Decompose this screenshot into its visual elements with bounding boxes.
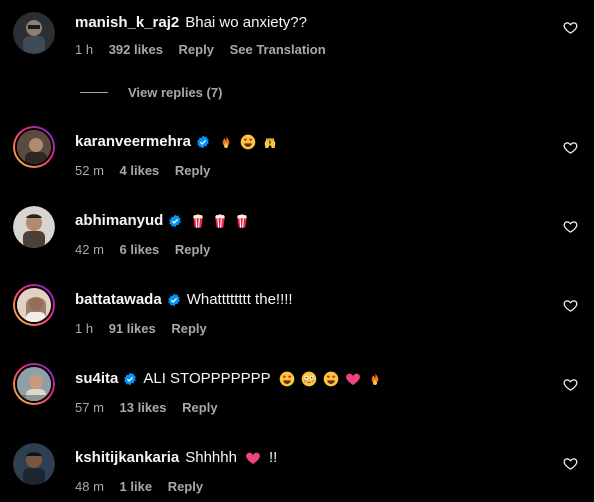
comment-body: Whatttttttt the!!!! (186, 291, 293, 308)
comment-text-line: manish_k_raj2 Bhai wo anxiety?? (75, 13, 307, 33)
likes-count[interactable]: 13 likes (120, 400, 167, 415)
divider (80, 91, 108, 93)
likes-count[interactable]: 4 likes (120, 163, 160, 178)
heart-eyes-emoji (240, 134, 256, 150)
timestamp: 42 m (75, 242, 104, 257)
verified-badge-icon (197, 135, 209, 149)
comment-item: karanveermehra 52 m 4 likes Reply (0, 126, 594, 186)
avatar[interactable] (13, 284, 55, 326)
heart-eyes-emoji (323, 371, 338, 387)
fire-emoji (371, 372, 378, 385)
comment-meta: 57 m 13 likes Reply (75, 400, 230, 416)
avatar-image (15, 365, 53, 403)
likes-count[interactable]: 392 likes (109, 42, 163, 57)
heart-eyes-emoji (279, 371, 294, 387)
avatar[interactable] (13, 206, 55, 248)
comment-text-line: su4ita ALI STOPPPPPPP (75, 369, 383, 389)
comment-meta: 1 h 392 likes Reply See Translation (75, 42, 338, 58)
likes-count[interactable]: 1 like (120, 479, 153, 494)
heart-outline-icon[interactable] (563, 377, 578, 392)
comment-meta: 1 h 91 likes Reply (75, 321, 219, 337)
avatar[interactable] (13, 363, 55, 405)
comment-item: kshitijkankaria Shhhhh !! 48 m 1 like Re… (0, 442, 594, 502)
reply-button[interactable]: Reply (168, 479, 203, 494)
pink-heart-emoji (246, 452, 260, 464)
avatar-image (13, 443, 55, 485)
reply-button[interactable]: Reply (179, 42, 214, 57)
reply-button[interactable]: Reply (182, 400, 217, 415)
heart-outline-icon[interactable] (563, 456, 578, 471)
avatar-image (13, 206, 55, 248)
comment-suffix: !! (268, 449, 278, 466)
heart-outline-icon[interactable] (563, 140, 578, 155)
view-replies-label: View replies (7) (128, 84, 223, 100)
view-replies-button[interactable]: View replies (7) (80, 84, 222, 100)
comment-body: Bhai wo anxiety?? (185, 14, 307, 31)
likes-count[interactable]: 91 likes (109, 321, 156, 336)
verified-badge-icon (124, 372, 137, 386)
fire-emoji (222, 135, 230, 148)
timestamp: 48 m (75, 479, 104, 494)
username[interactable]: battatawada (75, 290, 162, 310)
avatar[interactable] (13, 12, 55, 54)
comment-meta: 52 m 4 likes Reply (75, 163, 222, 179)
avatar-image (13, 12, 55, 54)
likes-count[interactable]: 6 likes (120, 242, 160, 257)
flushed-emoji (301, 371, 316, 387)
popcorn-emoji (215, 214, 226, 228)
comment-item: battatawada Whatttttttt the!!!! 1 h 91 l… (0, 284, 594, 344)
avatar[interactable] (13, 443, 55, 485)
comment-text-line: battatawada Whatttttttt the!!!! (75, 290, 293, 310)
avatar[interactable] (13, 126, 55, 168)
username[interactable]: kshitijkankaria (75, 448, 179, 468)
reply-button[interactable]: Reply (171, 321, 206, 336)
timestamp: 1 h (75, 42, 94, 57)
heart-outline-icon[interactable] (563, 298, 578, 313)
comment-item: abhimanyud 42 m 6 likes Reply (0, 205, 594, 265)
username[interactable]: karanveermehra (75, 132, 191, 152)
raised-hands-emoji (264, 138, 276, 148)
comment-meta: 48 m 1 like Reply (75, 479, 215, 495)
comment-body: ALI STOPPPPPPP (143, 370, 271, 387)
comment-text-line: karanveermehra (75, 132, 278, 152)
comment-meta: 42 m 6 likes Reply (75, 242, 222, 258)
username[interactable]: su4ita (75, 369, 118, 389)
avatar-image (15, 286, 53, 324)
username[interactable]: abhimanyud (75, 211, 163, 231)
comment-item: su4ita ALI STOPPPPPPP 57 m 13 likes Repl… (0, 363, 594, 423)
heart-outline-icon[interactable] (563, 219, 578, 234)
timestamp: 1 h (75, 321, 94, 336)
comment-item: manish_k_raj2 Bhai wo anxiety?? 1 h 392 … (0, 12, 594, 72)
username[interactable]: manish_k_raj2 (75, 13, 179, 33)
pink-heart-emoji (345, 373, 360, 385)
heart-outline-icon[interactable] (563, 20, 578, 35)
reply-button[interactable]: Reply (175, 242, 210, 257)
comment-text-line: kshitijkankaria Shhhhh !! (75, 448, 277, 468)
popcorn-emoji (237, 214, 248, 228)
see-translation-button[interactable]: See Translation (230, 42, 326, 57)
verified-badge-icon (169, 214, 182, 228)
comment-body: Shhhhh (185, 449, 237, 466)
avatar-image (15, 128, 53, 166)
reply-button[interactable]: Reply (175, 163, 210, 178)
comment-text-line: abhimanyud (75, 211, 250, 231)
timestamp: 52 m (75, 163, 104, 178)
timestamp: 57 m (75, 400, 104, 415)
verified-badge-icon (167, 293, 180, 307)
popcorn-emoji (193, 214, 204, 228)
